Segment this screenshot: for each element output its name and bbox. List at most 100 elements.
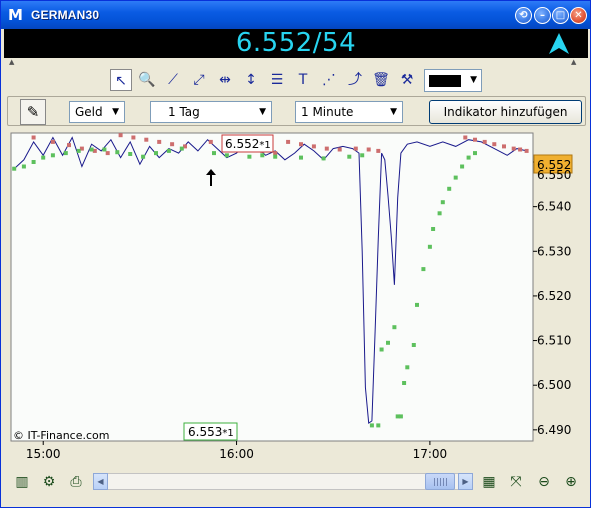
sar-dot-below bbox=[473, 151, 477, 156]
bottom-marker-suffix: *1 bbox=[222, 428, 233, 439]
sar-dot-below bbox=[402, 381, 407, 385]
line-color-picker[interactable]: ▼ bbox=[424, 69, 482, 92]
bottom-price-marker: 6.553*1 bbox=[183, 422, 238, 441]
sar-dot-below bbox=[405, 365, 410, 370]
period-select[interactable]: 1 Tag ▼ bbox=[150, 101, 272, 123]
sar-dot-above bbox=[273, 151, 278, 156]
sar-dot-below bbox=[76, 148, 81, 153]
y-tick-label: 6.530 bbox=[537, 244, 571, 258]
y-tick-label: 6.500 bbox=[537, 378, 571, 392]
sar-dot-below bbox=[440, 200, 445, 205]
sar-dot-below bbox=[447, 186, 452, 191]
scroll-right-button[interactable]: ▶ bbox=[458, 473, 473, 490]
vertical-line-icon[interactable]: ↕ bbox=[240, 69, 262, 91]
trash-icon[interactable]: 🗑 bbox=[370, 69, 392, 91]
price-type-select[interactable]: Geld ▼ bbox=[69, 101, 125, 123]
horizontal-line-icon[interactable]: ⇹ bbox=[214, 69, 236, 91]
sar-dot-below bbox=[128, 152, 133, 156]
bottom-marker-text: 6.553*1 bbox=[188, 425, 234, 439]
sar-dot-above bbox=[170, 142, 175, 147]
print-icon[interactable]: ⎙ bbox=[65, 471, 87, 493]
sar-dot-below bbox=[376, 423, 381, 428]
sar-dot-below bbox=[212, 151, 216, 156]
zoom-fit-icon[interactable]: ⤧ bbox=[505, 471, 527, 493]
sar-dot-above bbox=[324, 146, 329, 151]
zoom-out-icon[interactable]: ⊖ bbox=[533, 471, 555, 493]
y-tick-label: 6.540 bbox=[537, 200, 571, 214]
price-type-value: Geld bbox=[75, 105, 103, 119]
sar-dot-below bbox=[115, 150, 120, 155]
minimize-button[interactable]: – bbox=[534, 7, 551, 24]
trend-line-icon[interactable]: ⤢ bbox=[188, 69, 210, 91]
chevron-down-icon: ▼ bbox=[112, 107, 119, 117]
fibonacci-icon[interactable]: ☰ bbox=[266, 69, 288, 91]
ray-icon[interactable]: ⤴ bbox=[344, 69, 366, 91]
sar-dot-below bbox=[466, 155, 471, 160]
sar-dot-above bbox=[67, 143, 71, 148]
sar-dot-above bbox=[131, 135, 136, 140]
zoom-in-icon[interactable]: ⊕ bbox=[560, 471, 582, 493]
bar-chart-icon[interactable]: ▥ bbox=[11, 471, 33, 493]
chart-settings-icon[interactable]: ⚙ bbox=[38, 471, 60, 493]
sar-dot-above bbox=[286, 139, 291, 144]
sar-dot-below bbox=[392, 325, 397, 330]
sar-dot-above bbox=[144, 137, 149, 142]
chart-options-bar: ✎ Geld ▼ 1 Tag ▼ 1 Minute ▼ Indikator hi… bbox=[7, 96, 586, 126]
top-marker-text: 6.552*1 bbox=[225, 137, 271, 151]
sar-dot-above bbox=[524, 148, 529, 153]
sar-dot-above bbox=[482, 139, 487, 144]
scroll-left-button[interactable]: ◀ bbox=[93, 473, 108, 490]
pencil-tool-icon[interactable]: ✎ bbox=[20, 99, 46, 125]
sar-dot-below bbox=[386, 340, 390, 345]
sar-dot-below bbox=[321, 156, 326, 161]
y-tick-label: 6.510 bbox=[537, 334, 571, 348]
pointer-icon[interactable]: ↖ bbox=[110, 69, 132, 91]
sar-dot-below bbox=[431, 227, 436, 231]
close-button[interactable]: ✕ bbox=[570, 7, 587, 24]
sar-dot-above bbox=[473, 137, 477, 142]
sar-dot-above bbox=[50, 139, 55, 144]
sar-dot-above bbox=[376, 148, 381, 153]
sar-dot-above bbox=[518, 147, 523, 152]
help-button[interactable]: ⟲ bbox=[515, 7, 532, 24]
sar-dot-above bbox=[502, 144, 506, 149]
sar-dot-below bbox=[398, 414, 403, 419]
tools-icon[interactable]: ⚒ bbox=[396, 69, 418, 91]
x-tick-label: 17:00 bbox=[413, 447, 448, 461]
sar-dot-below bbox=[273, 154, 278, 159]
window-title: GERMAN30 bbox=[31, 8, 100, 22]
scroll-thumb[interactable] bbox=[425, 473, 455, 490]
price-chart[interactable]: 6.490 6.500 6.510 6.520 6.530 6.540 6.550 15:0… bbox=[1, 129, 591, 467]
sar-dot-above bbox=[157, 139, 162, 144]
add-indicator-button[interactable]: Indikator hinzufügen bbox=[429, 100, 582, 124]
sar-dot-above bbox=[337, 147, 342, 152]
top-marker-price: 6.552 bbox=[225, 137, 259, 151]
sar-dot-above bbox=[208, 139, 213, 144]
channel-icon[interactable]: ⋰ bbox=[318, 69, 340, 91]
sar-dot-below bbox=[50, 153, 55, 158]
sar-dot-below bbox=[247, 154, 252, 159]
title-bar[interactable]: M GERMAN30 ⟲ – □ ✕ bbox=[1, 1, 590, 29]
chart-type-icon[interactable]: ▦ bbox=[478, 471, 500, 493]
sar-dot-below bbox=[154, 151, 158, 156]
interval-select[interactable]: 1 Minute ▼ bbox=[295, 101, 403, 123]
sar-dot-below bbox=[421, 267, 426, 272]
sar-dot-below bbox=[347, 154, 352, 159]
sar-dot-below bbox=[31, 160, 36, 164]
sar-dot-below bbox=[460, 164, 465, 169]
zoom-icon[interactable]: 🔍 bbox=[136, 69, 158, 91]
sar-dot-above bbox=[311, 144, 316, 149]
maximize-button[interactable]: □ bbox=[552, 7, 569, 24]
collapse-handle[interactable]: ▲ ▲ bbox=[1, 58, 590, 66]
sar-dot-below bbox=[41, 155, 46, 160]
sar-dot-below bbox=[141, 154, 146, 159]
sar-dot-above bbox=[31, 135, 36, 140]
bottom-toolbar: ▥ ⚙ ⎙ ◀ ▶ ▦ ⤧ ⊖ ⊕ bbox=[1, 467, 590, 507]
sar-dot-below bbox=[12, 166, 17, 171]
line-icon[interactable]: ⟋ bbox=[162, 69, 184, 91]
text-icon[interactable]: T bbox=[292, 69, 314, 91]
sar-dot-below bbox=[299, 155, 303, 160]
sar-dot-above bbox=[105, 151, 110, 156]
horizontal-scrollbar[interactable]: ◀ ▶ bbox=[93, 473, 473, 490]
chevron-down-icon: ▼ bbox=[470, 75, 477, 85]
